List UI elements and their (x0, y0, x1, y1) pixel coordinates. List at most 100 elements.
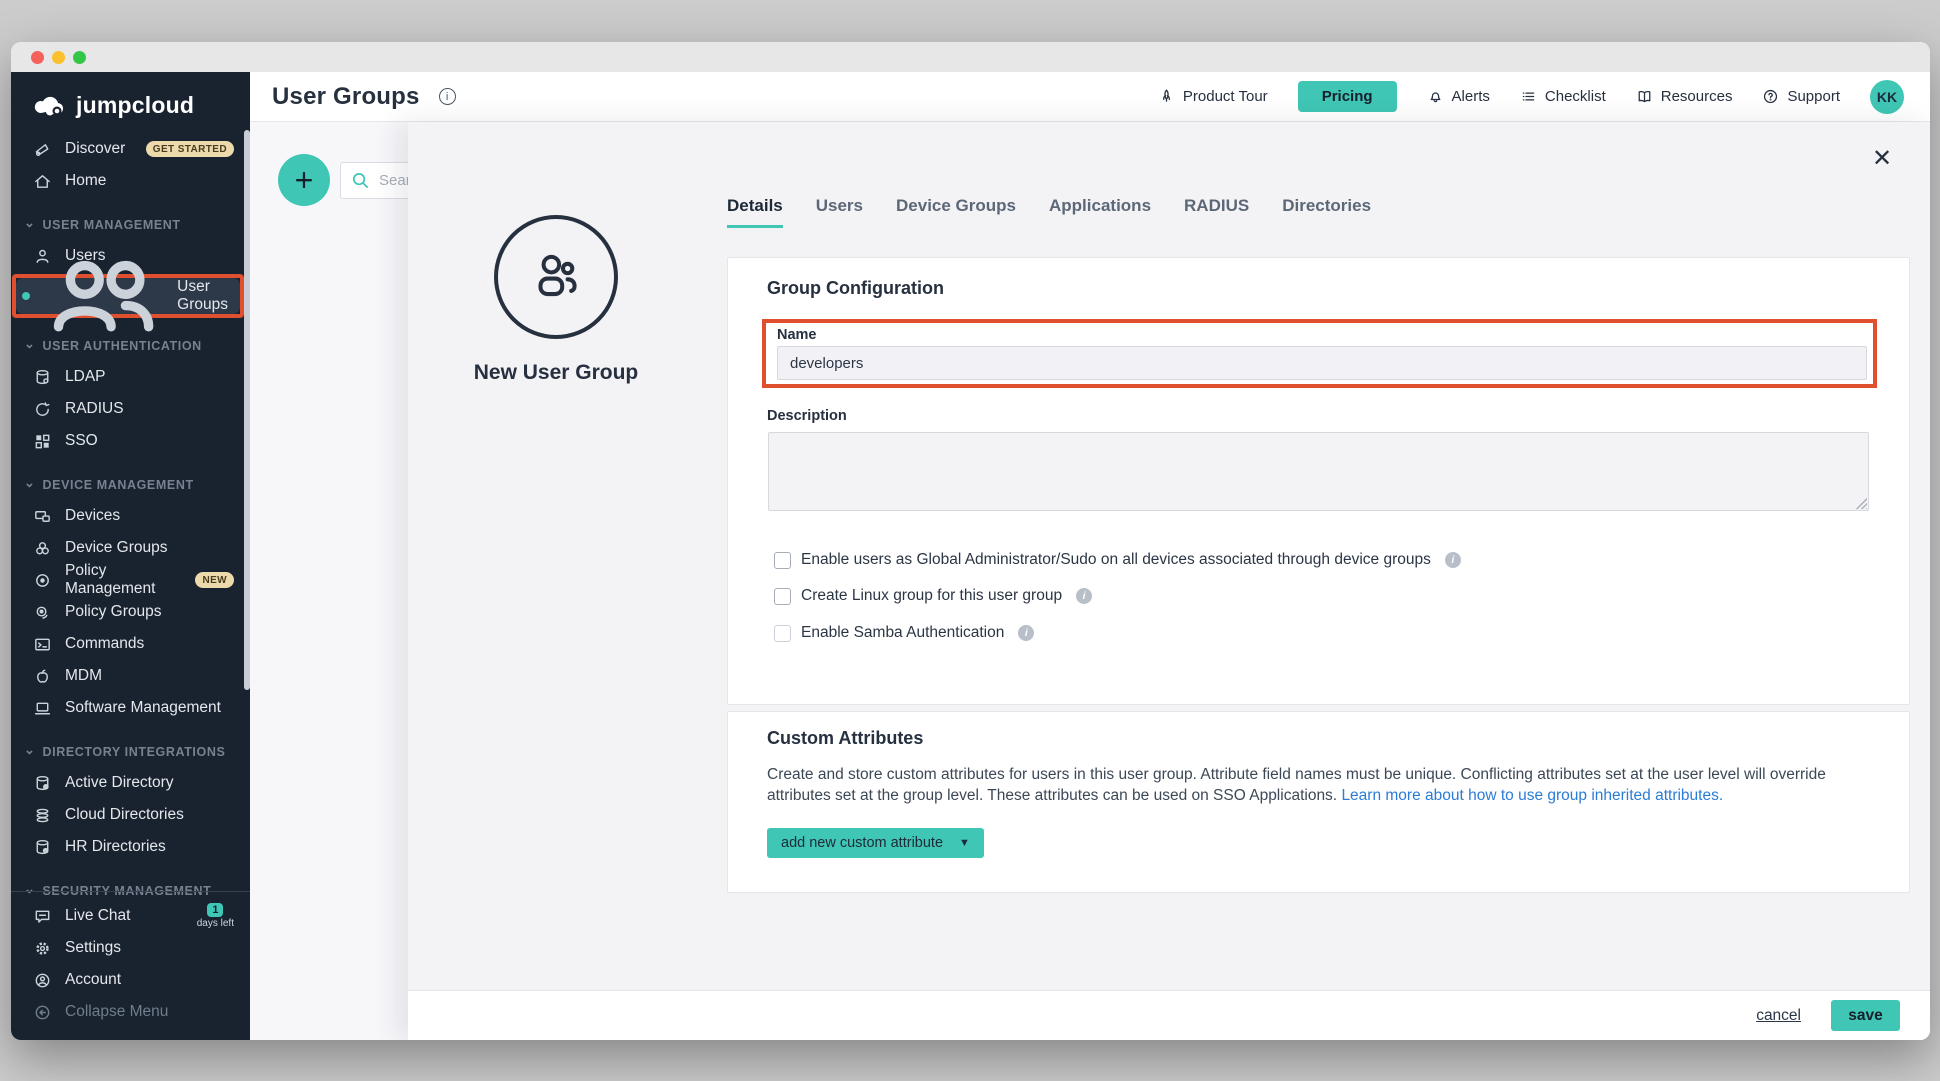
custom-attributes-title: Custom Attributes (767, 728, 923, 749)
tab-directories[interactable]: Directories (1282, 196, 1371, 228)
sidebar-bottom-group: Live Chat 1 days left Settings Account (11, 891, 250, 1028)
chevron-down-icon: ⌄ (24, 745, 36, 755)
learn-more-link[interactable]: Learn more about how to use group inheri… (1341, 787, 1723, 804)
maximize-window-icon[interactable] (73, 51, 86, 64)
sidebar-item-hr-directories[interactable]: HR Directories (11, 831, 250, 863)
app-window: jumpcloud Discover GET STARTED Home ⌄ US… (11, 42, 1930, 1040)
add-custom-attribute-button[interactable]: add new custom attribute ▼ (767, 828, 984, 858)
active-directory-icon (33, 774, 52, 793)
info-icon[interactable]: i (1018, 625, 1034, 641)
sidebar-item-devices[interactable]: Devices (11, 500, 250, 532)
sidebar-item-cloud-directories[interactable]: Cloud Directories (11, 799, 250, 831)
user-group-glyph-icon (525, 246, 587, 308)
custom-attributes-card: Custom Attributes Create and store custo… (727, 711, 1910, 893)
chevron-down-icon: ⌄ (24, 218, 36, 228)
home-icon (33, 172, 52, 191)
info-icon[interactable]: i (439, 88, 456, 105)
group-configuration-title: Group Configuration (767, 278, 944, 299)
info-icon[interactable]: i (1445, 552, 1461, 568)
close-window-icon[interactable] (31, 51, 44, 64)
cloud-directories-icon (33, 806, 52, 825)
radius-icon (33, 400, 52, 419)
chat-icon (33, 907, 52, 926)
sidebar-item-discover[interactable]: Discover GET STARTED (11, 133, 250, 165)
alerts-button[interactable]: Alerts (1427, 88, 1490, 105)
avatar[interactable]: KK (1870, 80, 1904, 114)
sidebar-item-software-management[interactable]: Software Management (11, 692, 250, 724)
sidebar-item-sso[interactable]: SSO (11, 425, 250, 457)
search-icon (351, 171, 370, 190)
discover-icon (33, 140, 52, 159)
description-textarea[interactable] (768, 432, 1869, 511)
page-header: User Groups i Product Tour Pricing Alert… (250, 72, 1930, 122)
policy-groups-icon (33, 603, 52, 622)
group-configuration-card: Group Configuration Name Description Ena… (727, 257, 1910, 705)
get-started-badge: GET STARTED (146, 141, 234, 157)
add-user-group-button[interactable]: + (278, 154, 330, 206)
commands-icon (33, 635, 52, 654)
sidebar-item-account[interactable]: Account (11, 964, 250, 996)
sidebar-item-device-groups[interactable]: Device Groups (11, 532, 250, 564)
custom-attributes-description: Create and store custom attributes for u… (767, 764, 1879, 806)
devices-icon (33, 507, 52, 526)
tab-radius[interactable]: RADIUS (1184, 196, 1249, 228)
minimize-window-icon[interactable] (52, 51, 65, 64)
sidebar-item-commands[interactable]: Commands (11, 628, 250, 660)
sidebar-item-active-directory[interactable]: Active Directory (11, 767, 250, 799)
tab-details[interactable]: Details (727, 196, 783, 228)
chevron-down-icon: ⌄ (24, 478, 36, 488)
sidebar-item-user-groups[interactable]: User Groups (16, 278, 240, 314)
sidebar-item-radius[interactable]: RADIUS (11, 393, 250, 425)
software-management-icon (33, 699, 52, 718)
sidebar-item-ldap[interactable]: LDAP (11, 361, 250, 393)
checkbox-row-samba: Enable Samba Authentication i (774, 624, 1034, 642)
jumpcloud-cloud-icon (33, 95, 67, 117)
sidebar-item-policy-management[interactable]: Policy Management NEW (11, 564, 250, 596)
group-name-input[interactable] (777, 346, 1867, 380)
tab-device-groups[interactable]: Device Groups (896, 196, 1016, 228)
samba-auth-checkbox[interactable] (774, 625, 791, 642)
checklist-button[interactable]: Checklist (1520, 88, 1606, 105)
gear-icon (33, 939, 52, 958)
resources-button[interactable]: Resources (1636, 88, 1733, 105)
close-icon[interactable]: ✕ (1869, 146, 1895, 172)
logo-text: jumpcloud (76, 92, 194, 119)
checkbox-row-global-admin: Enable users as Global Administrator/Sud… (774, 551, 1461, 569)
global-admin-checkbox[interactable] (774, 552, 791, 569)
support-button[interactable]: Support (1762, 88, 1840, 105)
save-button[interactable]: save (1831, 1000, 1900, 1031)
section-directory-integrations[interactable]: ⌄ DIRECTORY INTEGRATIONS (11, 737, 250, 767)
name-label: Name (774, 325, 1865, 343)
cancel-button[interactable]: cancel (1756, 1007, 1801, 1025)
chevron-down-icon: ⌄ (24, 339, 36, 349)
dropdown-arrow-icon: ▼ (959, 837, 970, 849)
sidebar-item-settings[interactable]: Settings (11, 932, 250, 964)
sidebar-item-mdm[interactable]: MDM (11, 660, 250, 692)
main-area: User Groups i Product Tour Pricing Alert… (250, 72, 1930, 1040)
account-icon (33, 971, 52, 990)
tab-applications[interactable]: Applications (1049, 196, 1151, 228)
pricing-button[interactable]: Pricing (1298, 81, 1397, 112)
macos-titlebar (11, 42, 1930, 72)
collapse-arrow-icon (33, 1003, 52, 1022)
info-icon[interactable]: i (1076, 588, 1092, 604)
linux-group-checkbox[interactable] (774, 588, 791, 605)
product-tour-button[interactable]: Product Tour (1158, 88, 1268, 105)
sidebar-item-collapse-menu[interactable]: Collapse Menu (11, 996, 250, 1028)
sidebar: jumpcloud Discover GET STARTED Home ⌄ US… (11, 72, 250, 1040)
user-group-circle-icon (494, 215, 618, 339)
apple-mdm-icon (33, 667, 52, 686)
section-device-management[interactable]: ⌄ DEVICE MANAGEMENT (11, 470, 250, 500)
sidebar-item-policy-groups[interactable]: Policy Groups (11, 596, 250, 628)
trial-days-left: 1 days left (197, 903, 234, 929)
new-badge: NEW (195, 572, 234, 588)
sidebar-item-home[interactable]: Home (11, 165, 250, 197)
sidebar-item-live-chat[interactable]: Live Chat 1 days left (11, 900, 250, 932)
tab-users[interactable]: Users (816, 196, 863, 228)
resize-handle[interactable] (1855, 497, 1867, 509)
ldap-icon (33, 368, 52, 387)
checklist-icon (1520, 88, 1537, 105)
sso-icon (33, 432, 52, 451)
new-user-group-panel: ✕ New User Group Details Users Device (408, 122, 1930, 1040)
description-label: Description (767, 408, 847, 424)
